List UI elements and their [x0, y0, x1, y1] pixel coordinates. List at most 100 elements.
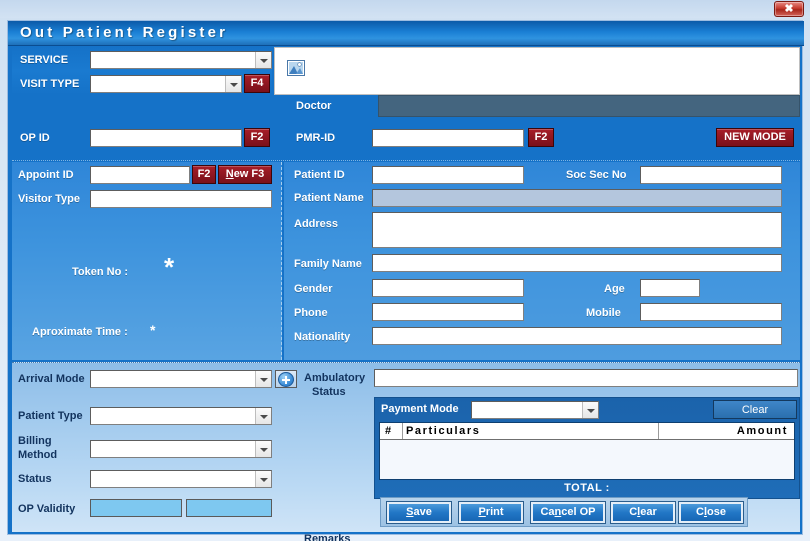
soc-sec-no-label: Soc Sec No	[566, 169, 627, 181]
appoint-id-label: Appoint ID	[18, 169, 74, 181]
status-label: Status	[18, 473, 52, 485]
pmr-id-input[interactable]	[372, 129, 524, 147]
patient-name-input[interactable]	[372, 189, 782, 207]
patient-name-label: Patient Name	[294, 192, 364, 204]
particulars-grid-header: # Particulars Amount	[380, 423, 794, 440]
window-titlebar: Out Patient Register	[8, 21, 804, 46]
op-id-input[interactable]	[90, 129, 242, 147]
visit-type-f4-button[interactable]: F4	[244, 74, 270, 93]
grid-col-number: #	[385, 425, 392, 437]
doctor-label: Doctor	[296, 100, 331, 112]
ambulatory-status-label: Ambulatory	[304, 372, 365, 384]
image-placeholder-icon	[287, 60, 305, 76]
chevron-down-icon[interactable]	[225, 76, 241, 92]
token-no-label: Token No :	[72, 266, 128, 278]
visit-type-dropdown[interactable]	[90, 75, 242, 93]
billing-method-label-2: Method	[18, 449, 57, 461]
appoint-id-f2-button[interactable]: F2	[192, 165, 216, 184]
mobile-input[interactable]	[640, 303, 782, 321]
grid-column-divider-1	[402, 423, 403, 439]
chevron-down-icon[interactable]	[255, 371, 271, 387]
address-input[interactable]	[372, 212, 782, 248]
phone-input[interactable]	[372, 303, 524, 321]
arrival-mode-dropdown[interactable]	[90, 370, 272, 388]
op-validity-from-input[interactable]	[90, 499, 182, 517]
gender-input[interactable]	[372, 279, 524, 297]
print-button[interactable]: Print	[459, 502, 523, 523]
cancel-op-button[interactable]: Cancel OP	[531, 502, 605, 523]
payment-total-row: TOTAL :	[375, 480, 799, 498]
payment-panel: Payment Mode Clear # Particulars Amount …	[374, 397, 800, 499]
billing-method-label: Billing	[18, 435, 52, 447]
action-button-bar: Save Print Cancel OP Clear Close	[380, 497, 748, 527]
arrival-mode-label: Arrival Mode	[18, 373, 85, 385]
identifier-panel: OP ID F2 PMR-ID F2 NEW MODE	[12, 117, 800, 161]
nationality-label: Nationality	[294, 331, 350, 343]
op-id-f2-button[interactable]: F2	[244, 128, 270, 147]
gender-label: Gender	[294, 283, 333, 295]
desktop-background-strip: ✖	[0, 0, 810, 18]
chevron-down-icon[interactable]	[255, 441, 271, 457]
approximate-time-label: Aproximate Time :	[32, 326, 128, 338]
payment-mode-dropdown[interactable]	[471, 401, 599, 419]
clear-button[interactable]: Clear	[611, 502, 675, 523]
patient-type-dropdown[interactable]	[90, 407, 272, 425]
op-validity-label: OP Validity	[18, 503, 75, 515]
new-f3-button[interactable]: New F3	[218, 165, 272, 184]
nationality-input[interactable]	[372, 327, 782, 345]
payment-mode-label: Payment Mode	[381, 403, 459, 415]
patient-type-label: Patient Type	[18, 410, 83, 422]
service-label: SERVICE	[20, 54, 68, 66]
plus-circle-icon	[278, 372, 294, 387]
approximate-time-value: *	[150, 322, 155, 338]
ambulatory-status-input[interactable]	[374, 369, 798, 387]
grid-col-particulars: Particulars	[406, 425, 480, 437]
patient-photo-box[interactable]	[274, 47, 800, 95]
chevron-down-icon[interactable]	[255, 471, 271, 487]
total-label: TOTAL :	[564, 482, 610, 494]
billing-method-dropdown[interactable]	[90, 440, 272, 458]
save-button[interactable]: Save	[387, 502, 451, 523]
doctor-row: Doctor	[274, 95, 800, 117]
new-mode-button[interactable]: NEW MODE	[716, 128, 794, 147]
chevron-down-icon[interactable]	[255, 52, 271, 68]
out-patient-register-window: Out Patient Register SERVICE VISIT TYPE …	[7, 20, 803, 535]
service-panel: SERVICE VISIT TYPE F4	[12, 47, 272, 95]
add-arrival-mode-button[interactable]	[275, 370, 297, 388]
page-title: Out Patient Register	[20, 24, 228, 41]
doctor-field[interactable]	[378, 95, 800, 117]
ambulatory-status-label-2: Status	[312, 386, 346, 398]
visitor-type-input[interactable]	[90, 190, 272, 208]
appointment-panel: Appoint ID F2 New F3 Visitor Type Token …	[12, 162, 282, 360]
visit-type-label: VISIT TYPE	[20, 78, 79, 90]
chevron-down-icon[interactable]	[582, 402, 598, 418]
appoint-id-input[interactable]	[90, 166, 190, 184]
status-dropdown[interactable]	[90, 470, 272, 488]
token-no-value: *	[164, 252, 174, 283]
patient-id-label: Patient ID	[294, 169, 345, 181]
age-label: Age	[604, 283, 625, 295]
mobile-label: Mobile	[586, 307, 621, 319]
age-input[interactable]	[640, 279, 700, 297]
patient-details-panel: Patient ID Soc Sec No Patient Name Addre…	[284, 162, 800, 360]
chevron-down-icon[interactable]	[255, 408, 271, 424]
payment-clear-button[interactable]: Clear	[713, 400, 797, 419]
doctor-label-box: Doctor	[274, 95, 378, 117]
phone-label: Phone	[294, 307, 328, 319]
new-f3-label-rest: ew F3	[234, 168, 265, 180]
close-button[interactable]: Close	[679, 502, 743, 523]
visitor-type-label: Visitor Type	[18, 193, 80, 205]
family-name-input[interactable]	[372, 254, 782, 272]
op-id-label: OP ID	[20, 132, 50, 144]
patient-id-input[interactable]	[372, 166, 524, 184]
service-dropdown[interactable]	[90, 51, 272, 69]
soc-sec-no-input[interactable]	[640, 166, 782, 184]
close-icon[interactable]: ✖	[774, 1, 804, 17]
op-validity-to-input[interactable]	[186, 499, 272, 517]
address-label: Address	[294, 218, 338, 230]
particulars-grid[interactable]: # Particulars Amount	[379, 422, 795, 480]
remarks-label: Remarks	[304, 533, 350, 541]
grid-col-amount: Amount	[737, 425, 788, 437]
pmr-id-f2-button[interactable]: F2	[528, 128, 554, 147]
family-name-label: Family Name	[294, 258, 362, 270]
